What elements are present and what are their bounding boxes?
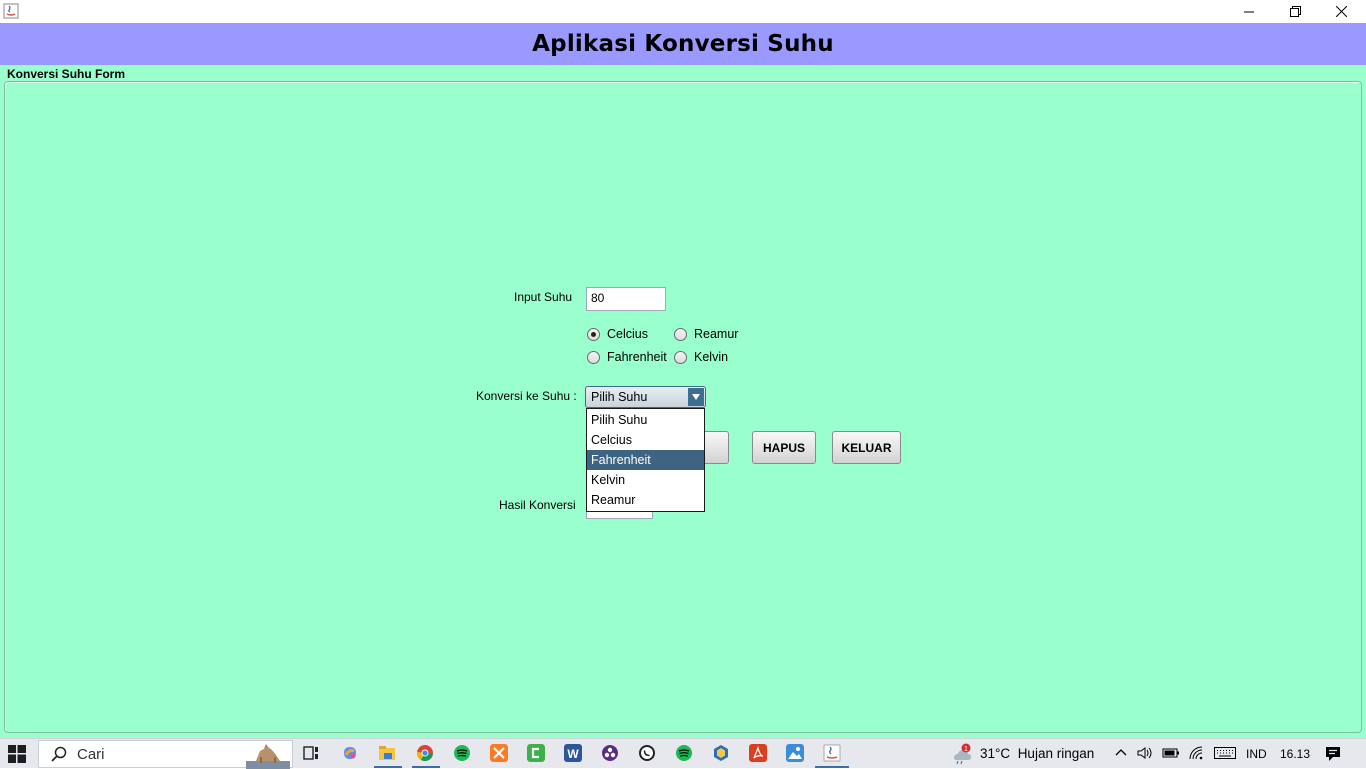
windows-start-icon[interactable]	[8, 745, 26, 763]
weather-icon[interactable]: 1	[950, 743, 972, 765]
java-app-icon	[3, 3, 19, 19]
search-icon	[51, 746, 67, 762]
radio-label: Reamur	[694, 327, 739, 341]
obs-studio-icon[interactable]	[601, 744, 619, 762]
svg-text:W: W	[567, 747, 579, 761]
chrome-icon[interactable]	[416, 744, 434, 762]
restore-button[interactable]	[1272, 0, 1318, 22]
search-highlight-image	[246, 744, 290, 769]
radio-unchecked-icon	[674, 327, 687, 341]
target-unit-combobox[interactable]: Pilih Suhu	[585, 386, 706, 408]
language-indicator[interactable]: IND	[1246, 747, 1267, 761]
minimize-icon	[1243, 11, 1254, 12]
spotify-icon[interactable]	[675, 744, 693, 762]
input-suhu-field[interactable]: 80	[586, 287, 666, 311]
task-view-icon[interactable]	[302, 744, 320, 762]
keluar-button[interactable]: KELUAR	[832, 431, 901, 464]
combobox-value: Pilih Suhu	[591, 390, 648, 404]
app-header: Aplikasi Konversi Suhu	[0, 23, 1366, 65]
spotify-icon[interactable]	[453, 744, 471, 762]
weather-badge: 1	[964, 746, 968, 753]
weather-text[interactable]: 31°C Hujan ringan	[980, 746, 1094, 761]
temperature: 31°C	[980, 746, 1011, 761]
system-tray	[1114, 746, 1236, 760]
radio-unchecked-icon	[674, 350, 687, 364]
dropdown-option-highlighted[interactable]: Fahrenheit	[587, 450, 704, 470]
weather-condition: Hujan ringan	[1017, 746, 1095, 761]
radio-unchecked-icon	[587, 350, 600, 364]
window-titlebar	[0, 0, 1366, 23]
acrobat-icon[interactable]	[749, 744, 767, 762]
taskbar-search[interactable]: Cari	[38, 740, 293, 769]
radio-kelvin[interactable]: Kelvin	[674, 350, 728, 364]
file-explorer-icon[interactable]	[378, 744, 396, 762]
word-icon[interactable]: W	[564, 744, 582, 762]
chevron-up-icon[interactable]	[1114, 746, 1128, 760]
clock[interactable]: 16.13	[1280, 747, 1310, 761]
search-placeholder: Cari	[77, 745, 105, 763]
keyboard-icon[interactable]	[1214, 746, 1236, 760]
konversi-ke-suhu-label: Konversi ke Suhu :	[476, 389, 577, 403]
close-icon	[1335, 5, 1347, 17]
hasil-konversi-label: Hasil Konversi	[499, 498, 576, 512]
dropdown-list: Pilih Suhu Celcius Fahrenheit Kelvin Rea…	[586, 408, 705, 512]
java-app-icon[interactable]	[823, 744, 841, 762]
camtasia-icon[interactable]	[527, 744, 545, 762]
radio-label: Fahrenheit	[607, 350, 667, 364]
page-title: Aplikasi Konversi Suhu	[532, 31, 834, 57]
dropdown-option[interactable]: Pilih Suhu	[587, 410, 704, 430]
minimize-button[interactable]	[1226, 0, 1272, 22]
photos-icon[interactable]	[786, 744, 804, 762]
radio-label: Celcius	[607, 327, 648, 341]
form-section-label: Konversi Suhu Form	[7, 67, 126, 81]
restore-icon	[1289, 5, 1301, 17]
radio-checked-icon	[587, 327, 600, 341]
dropdown-option[interactable]: Kelvin	[587, 470, 704, 490]
notification-icon[interactable]	[1325, 746, 1341, 762]
xampp-icon[interactable]	[490, 744, 508, 762]
radio-celcius[interactable]: Celcius	[587, 327, 648, 341]
copilot-icon[interactable]	[341, 744, 359, 762]
input-suhu-label: Input Suhu	[514, 290, 573, 304]
wifi-icon[interactable]	[1189, 746, 1205, 760]
virtualbox-icon[interactable]	[712, 744, 730, 762]
radio-label: Kelvin	[694, 350, 729, 364]
taskbar: Cari W 1 31°C Hujan ringan IND 16.13	[0, 738, 1366, 769]
battery-icon[interactable]	[1162, 746, 1180, 760]
radio-fahrenheit[interactable]: Fahrenheit	[587, 350, 667, 364]
dropdown-option[interactable]: Reamur	[587, 490, 704, 510]
dropdown-arrow-icon[interactable]	[688, 388, 704, 406]
close-button[interactable]	[1318, 0, 1364, 22]
form-area: Konversi Suhu Form Input Suhu 80 Celcius…	[0, 65, 1366, 738]
radio-reamur[interactable]: Reamur	[674, 327, 738, 341]
hapus-button[interactable]: HAPUS	[752, 431, 816, 464]
volume-icon[interactable]	[1137, 746, 1153, 760]
whatsapp-icon[interactable]	[638, 744, 656, 762]
dropdown-option[interactable]: Celcius	[587, 430, 704, 450]
